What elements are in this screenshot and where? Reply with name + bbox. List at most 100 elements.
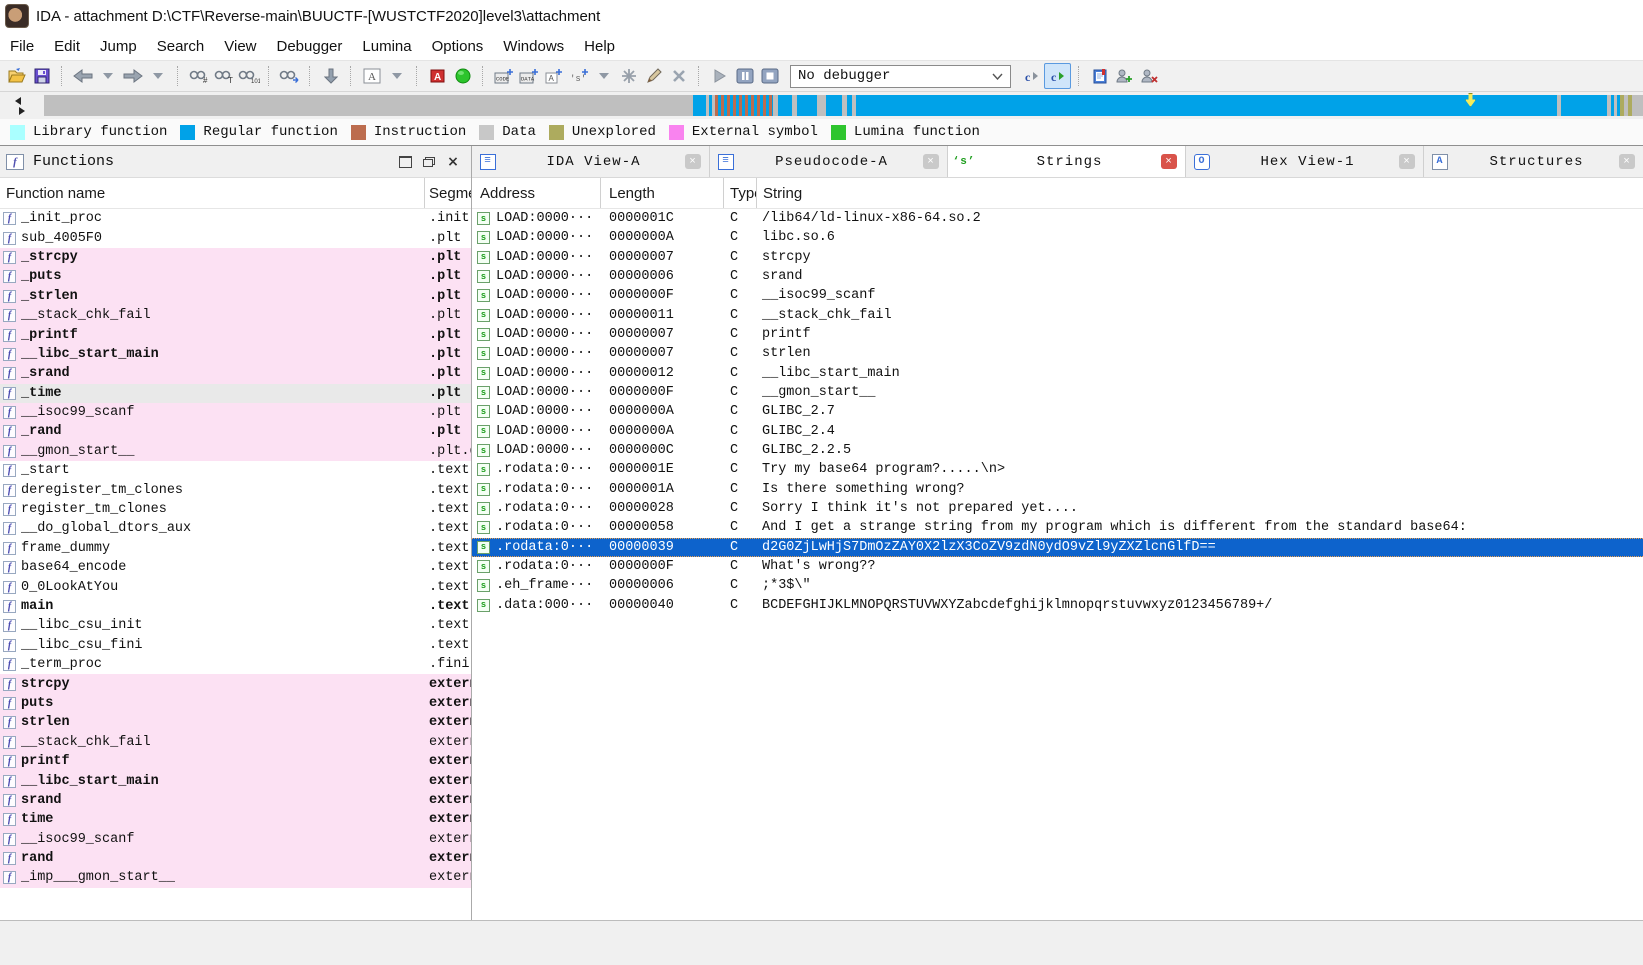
edit-button[interactable] xyxy=(641,64,666,88)
function-row[interactable]: _strcpy .plt xyxy=(0,248,471,267)
lumina-pull-button[interactable] xyxy=(1137,64,1162,88)
function-row[interactable]: puts extern xyxy=(0,694,471,713)
view-tab[interactable]: IDA View-A xyxy=(472,146,710,177)
function-row[interactable]: register_tm_clones .text xyxy=(0,500,471,519)
string-row[interactable]: .rodata:0··· 00000039 C d2G0ZjLwHjS7DmOz… xyxy=(472,538,1643,557)
menu-item[interactable]: View xyxy=(214,34,266,59)
navigate-back-button[interactable] xyxy=(70,64,95,88)
function-row[interactable]: _term_proc .fini xyxy=(0,655,471,674)
column-string[interactable]: String xyxy=(756,178,1643,208)
function-row[interactable]: deregister_tm_clones .text xyxy=(0,480,471,499)
function-row[interactable]: __stack_chk_fail .plt xyxy=(0,306,471,325)
function-row[interactable]: __gmon_start__ .plt.g xyxy=(0,442,471,461)
navigate-back-dropdown[interactable] xyxy=(95,64,120,88)
save-button[interactable] xyxy=(29,64,54,88)
function-row[interactable]: __libc_start_main extern xyxy=(0,771,471,790)
tab-close-icon[interactable] xyxy=(1399,154,1415,169)
make-unknown-button[interactable] xyxy=(616,64,641,88)
menu-item[interactable]: Help xyxy=(574,34,625,59)
make-string-button[interactable]: 's' xyxy=(566,64,591,88)
menu-item[interactable]: Edit xyxy=(44,34,90,59)
quick-view-source-button[interactable]: c xyxy=(1019,64,1044,88)
menu-item[interactable]: File xyxy=(0,34,44,59)
make-code-button[interactable]: CODE xyxy=(491,64,516,88)
function-row[interactable]: _srand .plt xyxy=(0,364,471,383)
view-tab[interactable]: Structures xyxy=(1424,146,1643,177)
string-row[interactable]: LOAD:0000··· 00000011 C __stack_chk_fail xyxy=(472,306,1643,325)
make-data-button[interactable]: DATA xyxy=(516,64,541,88)
search-address-button[interactable]: # xyxy=(186,64,211,88)
menu-item[interactable]: Debugger xyxy=(267,34,353,59)
function-row[interactable]: _strlen .plt xyxy=(0,287,471,306)
function-row[interactable]: _time .plt xyxy=(0,384,471,403)
string-row[interactable]: LOAD:0000··· 0000000F C __isoc99_scanf xyxy=(472,286,1643,305)
function-row[interactable]: _start .text xyxy=(0,461,471,480)
function-row[interactable]: _printf .plt xyxy=(0,325,471,344)
string-row[interactable]: LOAD:0000··· 00000007 C strlen xyxy=(472,344,1643,363)
navigation-band[interactable] xyxy=(44,95,1643,116)
open-file-button[interactable] xyxy=(4,64,29,88)
menu-item[interactable]: Lumina xyxy=(352,34,421,59)
panel-maximize-button[interactable] xyxy=(393,152,417,172)
view-tab[interactable]: Pseudocode-A xyxy=(710,146,948,177)
debugger-select[interactable]: No debugger xyxy=(790,65,1011,88)
function-row[interactable]: time extern xyxy=(0,810,471,829)
string-row[interactable]: .eh_frame··· 00000006 C ;*3$\" xyxy=(472,576,1643,595)
debugger-pause-button[interactable] xyxy=(732,64,757,88)
navigate-forward-dropdown[interactable] xyxy=(145,64,170,88)
strings-column-header[interactable]: Address Length Type String xyxy=(472,178,1643,209)
navband-scroll-arrows[interactable] xyxy=(0,97,44,115)
function-row[interactable]: strlen extern xyxy=(0,713,471,732)
make-name-button[interactable]: A xyxy=(541,64,566,88)
search-next-button[interactable] xyxy=(277,64,302,88)
panel-restore-button[interactable] xyxy=(417,152,441,172)
function-row[interactable]: __isoc99_scanf extern xyxy=(0,830,471,849)
function-row[interactable]: __stack_chk_fail extern xyxy=(0,733,471,752)
function-row[interactable]: srand extern xyxy=(0,791,471,810)
function-row[interactable]: frame_dummy .text xyxy=(0,539,471,558)
column-segment[interactable]: Segment xyxy=(424,178,471,208)
column-function-name[interactable]: Function name xyxy=(0,178,424,208)
panel-close-button[interactable] xyxy=(441,152,465,172)
view-tab[interactable]: Hex View-1 xyxy=(1186,146,1424,177)
menu-item[interactable]: Search xyxy=(147,34,215,59)
string-row[interactable]: LOAD:0000··· 00000012 C __libc_start_mai… xyxy=(472,364,1643,383)
string-row[interactable]: .rodata:0··· 0000000F C What's wrong?? xyxy=(472,557,1643,576)
function-row[interactable]: __do_global_dtors_aux .text xyxy=(0,519,471,538)
function-row[interactable]: _init_proc .init xyxy=(0,209,471,228)
function-row[interactable]: rand extern xyxy=(0,849,471,868)
text-options-dropdown[interactable] xyxy=(384,64,409,88)
string-row[interactable]: LOAD:0000··· 0000001C C /lib64/ld-linux-… xyxy=(472,209,1643,228)
lumina-push-button[interactable] xyxy=(1112,64,1137,88)
analysis-indicator-button[interactable]: A xyxy=(425,64,450,88)
quick-view-pseudocode-button[interactable]: c xyxy=(1044,63,1071,89)
delete-button[interactable] xyxy=(666,64,691,88)
debugger-start-button[interactable] xyxy=(707,64,732,88)
function-row[interactable]: __libc_csu_init .text xyxy=(0,616,471,635)
tab-close-icon[interactable] xyxy=(1619,154,1635,169)
function-row[interactable]: printf extern xyxy=(0,752,471,771)
lumina-info-button[interactable] xyxy=(1087,64,1112,88)
string-row[interactable]: .rodata:0··· 0000001A C Is there somethi… xyxy=(472,480,1643,499)
navigate-forward-button[interactable] xyxy=(120,64,145,88)
column-address[interactable]: Address xyxy=(472,178,600,208)
menu-item[interactable]: Options xyxy=(422,34,494,59)
string-row[interactable]: LOAD:0000··· 0000000A C GLIBC_2.4 xyxy=(472,422,1643,441)
string-row[interactable]: LOAD:0000··· 00000007 C printf xyxy=(472,325,1643,344)
view-tab[interactable]: Strings xyxy=(948,146,1186,177)
function-row[interactable]: __libc_csu_fini .text xyxy=(0,636,471,655)
string-row[interactable]: .rodata:0··· 00000058 C And I get a stra… xyxy=(472,518,1643,537)
string-row[interactable]: LOAD:0000··· 00000006 C srand xyxy=(472,267,1643,286)
function-row[interactable]: __isoc99_scanf .plt xyxy=(0,403,471,422)
function-row[interactable]: strcpy extern xyxy=(0,674,471,693)
function-row[interactable]: base64_encode .text xyxy=(0,558,471,577)
tab-close-icon[interactable] xyxy=(685,154,701,169)
string-row[interactable]: LOAD:0000··· 0000000F C __gmon_start__ xyxy=(472,383,1643,402)
menu-item[interactable]: Jump xyxy=(90,34,147,59)
column-length[interactable]: Length xyxy=(600,178,723,208)
search-text-button[interactable]: T xyxy=(211,64,236,88)
string-row[interactable]: LOAD:0000··· 0000000A C libc.so.6 xyxy=(472,228,1643,247)
function-row[interactable]: _puts .plt xyxy=(0,267,471,286)
search-binary-button[interactable]: 101 xyxy=(236,64,261,88)
string-row[interactable]: LOAD:0000··· 00000007 C strcpy xyxy=(472,248,1643,267)
